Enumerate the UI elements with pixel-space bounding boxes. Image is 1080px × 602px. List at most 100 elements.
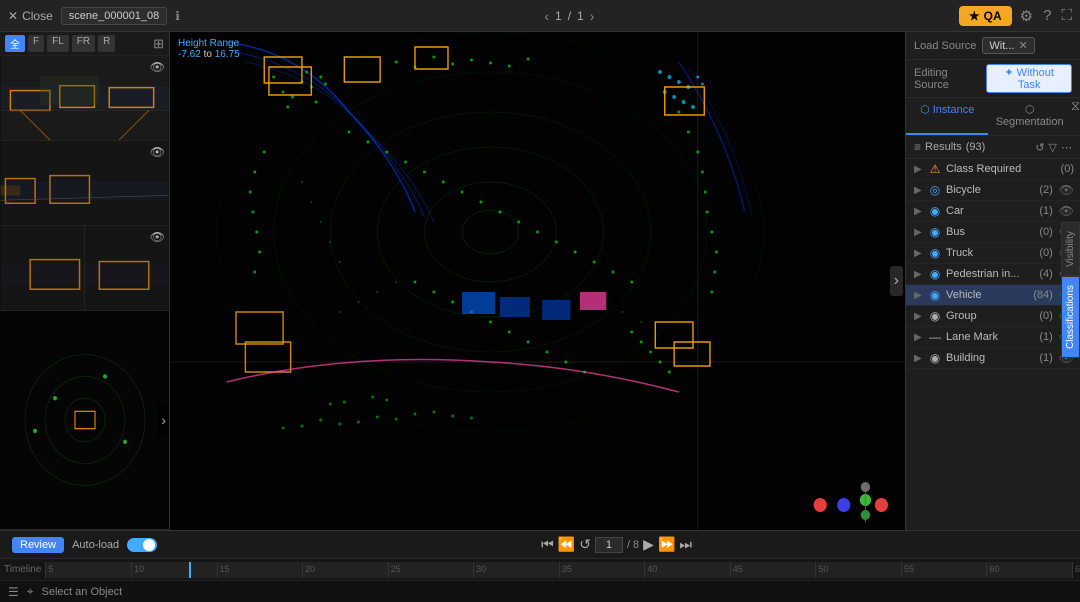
close-button[interactable]: ✕ Close: [8, 9, 53, 23]
instance-icon: ⬡: [920, 104, 930, 116]
pb-rewind-button[interactable]: ⏮: [541, 536, 554, 553]
thumb-eye-left[interactable]: 👁: [150, 145, 165, 159]
item-chevron-truck: ▶: [914, 248, 924, 259]
timeline-tick-50: 50: [815, 562, 816, 578]
review-button[interactable]: Review: [12, 537, 64, 553]
item-label-vehicle: Vehicle: [946, 289, 1029, 301]
item-label-building: Building: [946, 352, 1035, 364]
tab-instance-label: Instance: [933, 104, 975, 116]
height-min: -7.62: [178, 49, 201, 60]
cam-btn-fl[interactable]: FL: [47, 35, 69, 52]
nav-next-button[interactable]: ›: [590, 8, 595, 24]
pb-refresh-button[interactable]: ↺: [579, 536, 591, 553]
height-range: Height Range -7.62 to 16.75: [178, 38, 240, 60]
thumbnail-left: 👁: [0, 141, 169, 226]
results-more-icon[interactable]: ⋯: [1061, 141, 1072, 154]
thumb-expand-arrow[interactable]: ›: [158, 404, 169, 436]
timeline-tick-10: 10: [131, 562, 132, 578]
item-label-lane-mark: Lane Mark: [946, 331, 1035, 343]
autoload-label: Auto-load: [72, 539, 119, 551]
status-cursor-icon: ⌖: [27, 584, 34, 599]
item-icon-vehicle: ◉: [928, 288, 942, 302]
info-icon[interactable]: ℹ: [175, 9, 180, 23]
thumbnail-rear: 👁: [0, 226, 169, 311]
status-select-label: Select an Object: [42, 586, 123, 598]
pb-frame-input[interactable]: [595, 537, 623, 553]
vertical-tabs: Visibility Classifications: [1061, 222, 1080, 358]
question-icon[interactable]: ?: [1043, 7, 1051, 24]
result-item-vehicle[interactable]: ▶ ◉ Vehicle (84) 👁: [906, 285, 1080, 306]
result-item-bus[interactable]: ▶ ◉ Bus (0) 👁: [906, 222, 1080, 243]
item-count-vehicle: (84): [1033, 289, 1053, 301]
gear-icon[interactable]: ⚙: [1020, 7, 1033, 25]
cam-btn-fr[interactable]: FR: [72, 35, 95, 52]
without-task-button[interactable]: ✦ Without Task: [986, 64, 1072, 93]
result-item-pedestrian[interactable]: ▶ ◉ Pedestrian in... (4) 👁: [906, 264, 1080, 285]
item-count-lane-mark: (1): [1039, 331, 1052, 343]
camera-expand-icon[interactable]: ⊞: [153, 36, 164, 52]
autoload-toggle[interactable]: [127, 538, 157, 552]
editing-source-label: Editing Source: [914, 67, 980, 91]
qa-button[interactable]: ★ QA: [959, 6, 1012, 26]
item-eye-bicycle[interactable]: 👁: [1059, 183, 1074, 197]
topbar: ✕ Close scene_000001_08 ℹ ‹ 1 / 1 › ★ QA…: [0, 0, 1080, 32]
result-item-class-required[interactable]: ▶ ⚠ Class Required (0): [906, 159, 1080, 180]
tab-segmentation[interactable]: ⬡ Segmentation: [988, 98, 1070, 135]
thumb-eye-front[interactable]: 👁: [150, 60, 165, 74]
timeline-track[interactable]: 5101520253035404550556065: [45, 562, 1072, 578]
result-item-bicycle[interactable]: ▶ ◎ Bicycle (2) 👁: [906, 180, 1080, 201]
nav-prev-button[interactable]: ‹: [544, 8, 549, 24]
main-area: 全 F FL FR R ⊞ 👁: [0, 32, 1080, 530]
status-menu-icon[interactable]: ☰: [8, 585, 19, 599]
viewport-nav-arrow[interactable]: ›: [890, 266, 903, 296]
results-filter-icon[interactable]: ▽: [1049, 141, 1057, 154]
item-count-bicycle: (2): [1039, 184, 1052, 196]
result-item-car[interactable]: ▶ ◉ Car (1) 👁: [906, 201, 1080, 222]
result-item-lane-mark[interactable]: ▶ — Lane Mark (1) 👁: [906, 327, 1080, 348]
timeline-tick-25: 25: [388, 562, 389, 578]
pb-prev-button[interactable]: ⏪: [558, 536, 575, 553]
pb-next-button[interactable]: ▶: [643, 536, 654, 553]
timeline-tick-65: 65: [1072, 562, 1073, 578]
topbar-icons: ⚙ ? ⛶: [1020, 7, 1072, 25]
cam-btn-f[interactable]: F: [28, 35, 44, 52]
vtab-visibility[interactable]: Visibility: [1061, 222, 1080, 276]
cam-btn-r[interactable]: R: [98, 35, 115, 52]
close-icon: ✕: [8, 9, 18, 23]
lidar-visualization: [170, 32, 905, 530]
item-icon-building: ◉: [928, 351, 942, 365]
nav-total: 1: [577, 9, 584, 23]
item-icon-truck: ◉: [928, 246, 942, 260]
load-source-tag[interactable]: Wit... ✕: [982, 37, 1034, 54]
item-label-pedestrian: Pedestrian in...: [946, 268, 1035, 280]
results-header-icons: ↺ ▽ ⋯: [1035, 141, 1072, 154]
item-count-truck: (0): [1039, 247, 1052, 259]
load-source-close[interactable]: ✕: [1018, 39, 1027, 52]
result-item-truck[interactable]: ▶ ◉ Truck (0) 👁: [906, 243, 1080, 264]
tab-instance[interactable]: ⬡ Instance: [906, 98, 988, 135]
item-label-truck: Truck: [946, 247, 1035, 259]
filter-icon[interactable]: ⧖: [1071, 98, 1080, 135]
vtab-classifications[interactable]: Classifications: [1061, 276, 1080, 358]
timeline-label: Timeline: [4, 564, 41, 575]
timeline-tick-15: 15: [217, 562, 218, 578]
nav-separator: /: [568, 9, 571, 23]
item-count-building: (1): [1039, 352, 1052, 364]
pb-end-button[interactable]: ⏭: [679, 536, 692, 553]
timeline-tick-35: 35: [559, 562, 560, 578]
thumbnail-lidar: ›: [0, 311, 169, 530]
result-item-group[interactable]: ▶ ◉ Group (0) 👁: [906, 306, 1080, 327]
results-refresh-icon[interactable]: ↺: [1035, 141, 1044, 154]
cam-btn-all[interactable]: 全: [5, 35, 25, 52]
editing-source-row: Editing Source ✦ Without Task: [906, 60, 1080, 98]
item-count-group: (0): [1039, 310, 1052, 322]
expand-icon[interactable]: ⛶: [1061, 7, 1072, 24]
item-chevron-pedestrian: ▶: [914, 269, 924, 280]
timeline-tick-40: 40: [644, 562, 645, 578]
segmentation-icon: ⬡: [1025, 104, 1035, 116]
viewport[interactable]: Height Range -7.62 to 16.75 Overhead Sid…: [170, 32, 905, 530]
thumb-eye-rear[interactable]: 👁: [150, 230, 165, 244]
pb-play-button[interactable]: ⏩: [658, 536, 675, 553]
result-item-building[interactable]: ▶ ◉ Building (1) 👁: [906, 348, 1080, 369]
item-eye-car[interactable]: 👁: [1059, 204, 1074, 218]
